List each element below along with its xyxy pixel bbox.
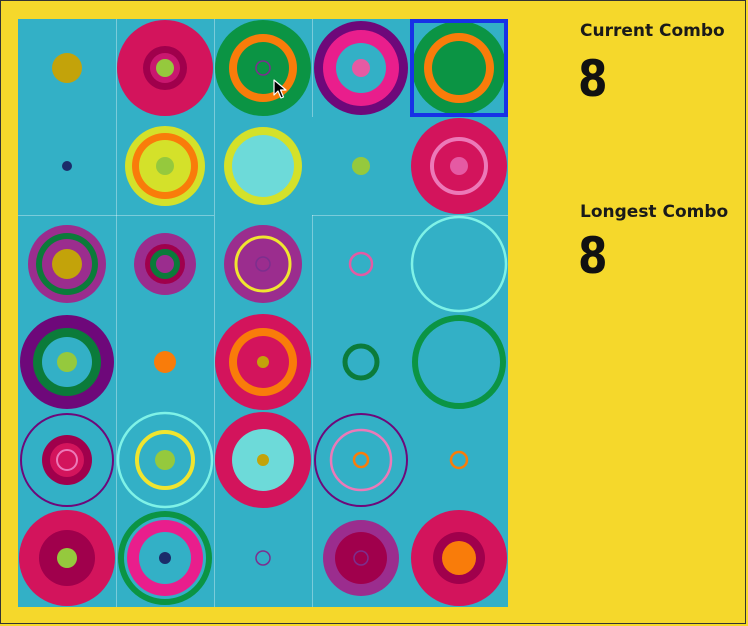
disc-layer-3: [257, 356, 269, 368]
ring-layer-0: [342, 343, 380, 381]
disc-layer-2: [257, 454, 269, 466]
target-icon: [410, 215, 508, 313]
disc-layer-3: [156, 59, 174, 77]
target-icon: [323, 520, 399, 596]
board-cell-r5-c3[interactable]: [312, 509, 410, 607]
target-icon: [314, 413, 408, 507]
target-icon: [342, 343, 380, 381]
target-icon: [411, 510, 507, 606]
target-icon: [118, 511, 212, 605]
disc-layer-2: [450, 157, 468, 175]
ring-layer-0: [314, 413, 408, 507]
board-cell-r4-c4[interactable]: [410, 411, 508, 509]
target-icon: [52, 53, 82, 83]
target-icon: [215, 20, 311, 116]
ring-layer-0: [410, 215, 508, 313]
target-icon: [134, 233, 196, 295]
board-cell-r2-c3[interactable]: [312, 215, 410, 313]
disc-layer-1: [232, 135, 294, 197]
board-cell-r2-c1[interactable]: [116, 215, 214, 313]
board-cell-r1-c1[interactable]: [116, 117, 214, 215]
longest-combo-label: Longest Combo: [580, 202, 729, 222]
target-icon: [215, 412, 311, 508]
target-icon: [412, 315, 506, 409]
disc-layer-0: [52, 53, 82, 83]
board-cell-r1-c4[interactable]: [410, 117, 508, 215]
board-cell-r2-c2[interactable]: [214, 215, 312, 313]
ring-layer-0: [449, 450, 469, 470]
target-icon: [19, 510, 115, 606]
target-icon: [314, 21, 408, 115]
board-cell-r1-c0[interactable]: [18, 117, 116, 215]
board-cell-r3-c4[interactable]: [410, 313, 508, 411]
target-icon: [20, 413, 114, 507]
disc-layer-2: [155, 450, 175, 470]
ring-layer-0: [255, 550, 271, 566]
board-cell-r0-c0[interactable]: [18, 19, 116, 117]
target-icon: [125, 126, 205, 206]
target-icon: [348, 251, 374, 277]
board-cell-r0-c4[interactable]: [410, 19, 508, 117]
disc-layer-2: [50, 443, 84, 477]
target-icon: [411, 118, 507, 214]
target-icon: [224, 127, 302, 205]
board-cell-r4-c1[interactable]: [116, 411, 214, 509]
target-icon: [215, 314, 311, 410]
board-cell-r5-c2[interactable]: [214, 509, 312, 607]
ring-layer-1: [329, 428, 393, 492]
board-cell-r0-c3[interactable]: [312, 19, 410, 117]
disc-layer-2: [57, 548, 77, 568]
ring-layer-2: [352, 451, 370, 469]
disc-layer-3: [52, 249, 82, 279]
current-combo-value: 8: [578, 50, 608, 108]
disc-layer-3: [450, 549, 468, 567]
current-combo-label: Current Combo: [580, 21, 725, 41]
ring-layer-0: [412, 315, 506, 409]
board-cell-r1-c3[interactable]: [312, 117, 410, 215]
target-icon: [352, 157, 370, 175]
board-cell-r4-c0[interactable]: [18, 411, 116, 509]
disc-layer-2: [237, 42, 289, 94]
target-icon: [449, 450, 469, 470]
ring-layer-0: [348, 251, 374, 277]
game-board: [18, 19, 508, 607]
target-icon: [412, 21, 506, 115]
target-icon: [20, 315, 114, 409]
board-cell-r3-c3[interactable]: [312, 313, 410, 411]
target-icon: [62, 161, 72, 171]
disc-layer-3: [159, 552, 171, 564]
board-cell-r5-c0[interactable]: [18, 509, 116, 607]
target-icon: [116, 411, 214, 509]
longest-combo-value: 8: [578, 227, 608, 285]
disc-layer-0: [154, 351, 176, 373]
board-cell-r3-c2[interactable]: [214, 313, 312, 411]
target-icon: [255, 550, 271, 566]
board-cell-r5-c4[interactable]: [410, 509, 508, 607]
disc-layer-2: [432, 41, 486, 95]
target-icon: [28, 225, 106, 303]
board-cell-r0-c2[interactable]: [214, 19, 312, 117]
disc-layer-3: [57, 352, 77, 372]
disc-layer-0: [62, 161, 72, 171]
disc-layer-3: [156, 157, 174, 175]
board-cell-r2-c0[interactable]: [18, 215, 116, 313]
target-icon: [154, 351, 176, 373]
disc-layer-3: [156, 255, 174, 273]
board-cell-r3-c0[interactable]: [18, 313, 116, 411]
disc-layer-1: [335, 532, 387, 584]
board-cell-r1-c2[interactable]: [214, 117, 312, 215]
target-icon: [117, 20, 213, 116]
board-cell-r4-c3[interactable]: [312, 411, 410, 509]
target-icon: [224, 225, 302, 303]
disc-layer-3: [352, 59, 370, 77]
board-cell-r4-c2[interactable]: [214, 411, 312, 509]
board-cell-r0-c1[interactable]: [116, 19, 214, 117]
board-cell-r2-c4[interactable]: [410, 215, 508, 313]
board-cell-r3-c1[interactable]: [116, 313, 214, 411]
disc-layer-0: [352, 157, 370, 175]
board-cell-r5-c1[interactable]: [116, 509, 214, 607]
